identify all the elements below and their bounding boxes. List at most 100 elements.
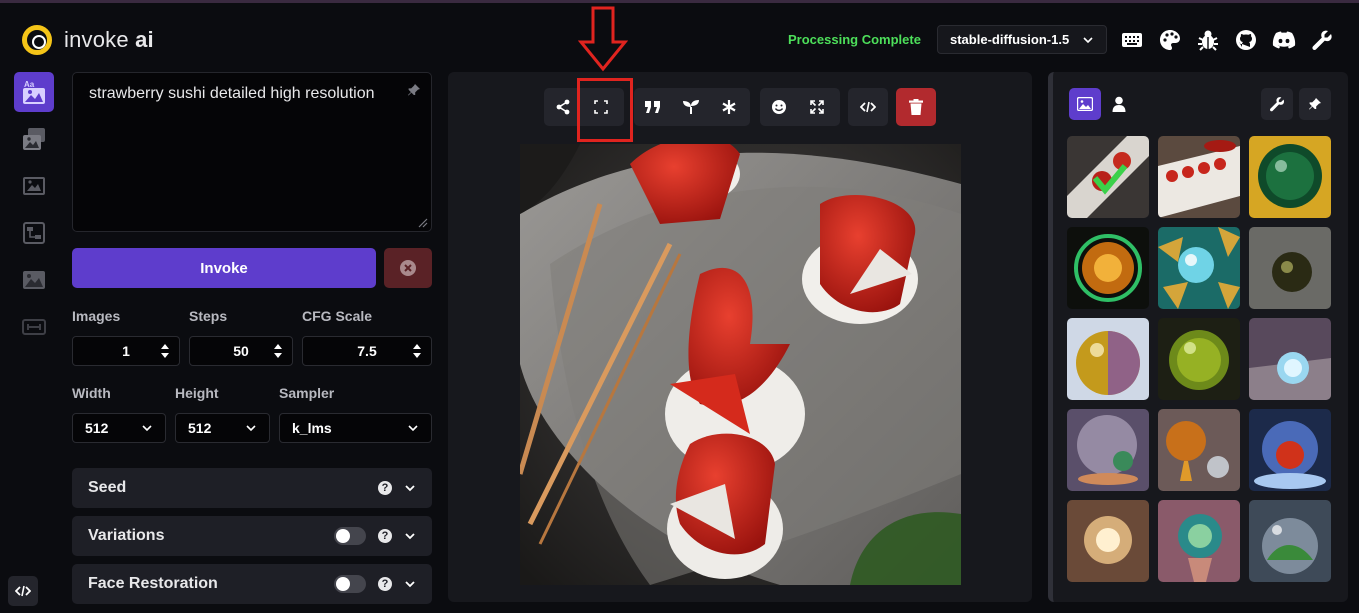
model-select-value: stable-diffusion-1.5 bbox=[950, 32, 1070, 47]
stepper-icon[interactable] bbox=[159, 342, 171, 360]
steps-input[interactable]: 50 bbox=[189, 336, 293, 366]
steps-label: Steps bbox=[189, 308, 228, 324]
model-select[interactable]: stable-diffusion-1.5 bbox=[937, 25, 1107, 54]
keyboard-icon[interactable] bbox=[1120, 28, 1144, 52]
height-select[interactable]: 512 bbox=[175, 413, 270, 443]
gallery-thumbnail[interactable] bbox=[1067, 318, 1149, 400]
pin-icon[interactable] bbox=[407, 83, 421, 97]
thumbnail-image bbox=[1067, 136, 1149, 218]
gallery-grid bbox=[1067, 136, 1331, 582]
annotation-highlight-box bbox=[577, 78, 633, 142]
svg-text:Aa: Aa bbox=[24, 80, 35, 89]
thumbnail-image bbox=[1067, 318, 1149, 400]
prompt-input[interactable]: strawberry sushi detailed high resolutio… bbox=[72, 72, 432, 232]
gallery-settings-button[interactable] bbox=[1261, 88, 1293, 120]
gallery-thumbnail[interactable] bbox=[1067, 409, 1149, 491]
gallery-panel bbox=[1048, 72, 1348, 602]
delete-image-button[interactable] bbox=[896, 88, 936, 126]
quote-icon bbox=[645, 101, 660, 113]
gallery-thumbnail[interactable] bbox=[1249, 500, 1331, 582]
invoke-button[interactable]: Invoke bbox=[72, 248, 376, 288]
thumbnail-image bbox=[1158, 227, 1240, 309]
nav-image-to-image[interactable] bbox=[14, 119, 54, 159]
toolbar-group-reuse bbox=[634, 88, 750, 126]
thumbnail-image bbox=[1067, 227, 1149, 309]
bug-icon[interactable] bbox=[1196, 28, 1220, 52]
cfg-scale-value: 7.5 bbox=[357, 343, 377, 359]
current-image[interactable] bbox=[520, 144, 961, 585]
gallery-thumbnail[interactable] bbox=[1067, 227, 1149, 309]
nav-text-to-image[interactable]: Aa bbox=[14, 72, 54, 112]
seed-accordion[interactable]: Seed ? bbox=[72, 468, 432, 508]
gallery-thumbnail[interactable] bbox=[1067, 136, 1149, 218]
github-icon[interactable] bbox=[1234, 28, 1258, 52]
nav-training[interactable] bbox=[14, 307, 54, 347]
gallery-thumbnail[interactable] bbox=[1158, 318, 1240, 400]
images-value: 1 bbox=[122, 343, 130, 359]
thumbnail-image bbox=[1158, 500, 1240, 582]
sampler-select[interactable]: k_lms bbox=[279, 413, 432, 443]
palette-icon[interactable] bbox=[1158, 28, 1182, 52]
width-select[interactable]: 512 bbox=[72, 413, 166, 443]
thumbnail-image bbox=[1158, 409, 1240, 491]
cancel-button[interactable] bbox=[384, 248, 432, 288]
window-top-border bbox=[0, 0, 1359, 3]
gallery-pin-button[interactable] bbox=[1299, 88, 1331, 120]
gallery-thumbnail[interactable] bbox=[1249, 318, 1331, 400]
side-nav: Aa bbox=[14, 72, 54, 354]
steps-value: 50 bbox=[233, 343, 249, 359]
resize-grip-icon[interactable] bbox=[416, 216, 428, 228]
use-prompt-button[interactable] bbox=[634, 88, 672, 126]
chevron-down-icon bbox=[142, 425, 152, 432]
gallery-thumbnail[interactable] bbox=[1158, 409, 1240, 491]
help-icon[interactable]: ? bbox=[378, 529, 392, 543]
face-restoration-accordion[interactable]: Face Restoration ? bbox=[72, 564, 432, 604]
use-seed-button[interactable] bbox=[672, 88, 710, 126]
variations-toggle[interactable] bbox=[334, 527, 366, 545]
stepper-icon[interactable] bbox=[411, 342, 423, 360]
toggle-console-button[interactable] bbox=[8, 576, 38, 606]
gallery-thumbnail[interactable] bbox=[1158, 136, 1240, 218]
nav-outpainting[interactable] bbox=[14, 260, 54, 300]
show-metadata-button[interactable] bbox=[848, 88, 888, 126]
status-text: Processing Complete bbox=[788, 32, 921, 47]
discord-icon[interactable] bbox=[1272, 28, 1296, 52]
brand-name: invoke ai bbox=[64, 27, 154, 52]
gallery-thumbnail[interactable] bbox=[1249, 409, 1331, 491]
height-value: 512 bbox=[188, 420, 212, 436]
nav-nodes[interactable] bbox=[14, 213, 54, 253]
images-input[interactable]: 1 bbox=[72, 336, 180, 366]
help-icon[interactable]: ? bbox=[378, 577, 392, 591]
chevron-down-icon bbox=[1083, 36, 1093, 43]
upscale-button[interactable] bbox=[798, 88, 836, 126]
stepper-icon[interactable] bbox=[272, 342, 284, 360]
annotation-arrow-icon bbox=[578, 6, 628, 72]
gallery-thumbnail[interactable] bbox=[1249, 227, 1331, 309]
inpainting-icon bbox=[23, 177, 45, 195]
nav-inpainting[interactable] bbox=[14, 166, 54, 206]
gallery-tab-user[interactable] bbox=[1103, 88, 1135, 120]
face-icon bbox=[772, 100, 786, 114]
face-restoration-toggle[interactable] bbox=[334, 575, 366, 593]
logo-ring-icon bbox=[22, 25, 52, 55]
gallery-thumbnail[interactable] bbox=[1158, 227, 1240, 309]
gallery-thumbnail[interactable] bbox=[1158, 500, 1240, 582]
gallery-tab-images[interactable] bbox=[1069, 88, 1101, 120]
restore-faces-button[interactable] bbox=[760, 88, 798, 126]
cancel-circle-icon bbox=[400, 260, 416, 276]
current-image-panel bbox=[448, 72, 1032, 602]
chevron-down-icon bbox=[405, 485, 415, 492]
gallery-thumbnail[interactable] bbox=[1067, 500, 1149, 582]
expand-icon bbox=[810, 100, 824, 114]
cfg-scale-input[interactable]: 7.5 bbox=[302, 336, 432, 366]
variations-title: Variations bbox=[88, 527, 165, 544]
use-all-button[interactable] bbox=[710, 88, 748, 126]
wrench-icon[interactable] bbox=[1310, 28, 1334, 52]
width-label: Width bbox=[72, 385, 111, 401]
gallery-thumbnail[interactable] bbox=[1249, 136, 1331, 218]
thumbnail-image bbox=[1249, 136, 1331, 218]
thumbnail-image bbox=[1249, 500, 1331, 582]
nodes-icon bbox=[23, 222, 45, 244]
variations-accordion[interactable]: Variations ? bbox=[72, 516, 432, 556]
help-icon[interactable]: ? bbox=[378, 481, 392, 495]
